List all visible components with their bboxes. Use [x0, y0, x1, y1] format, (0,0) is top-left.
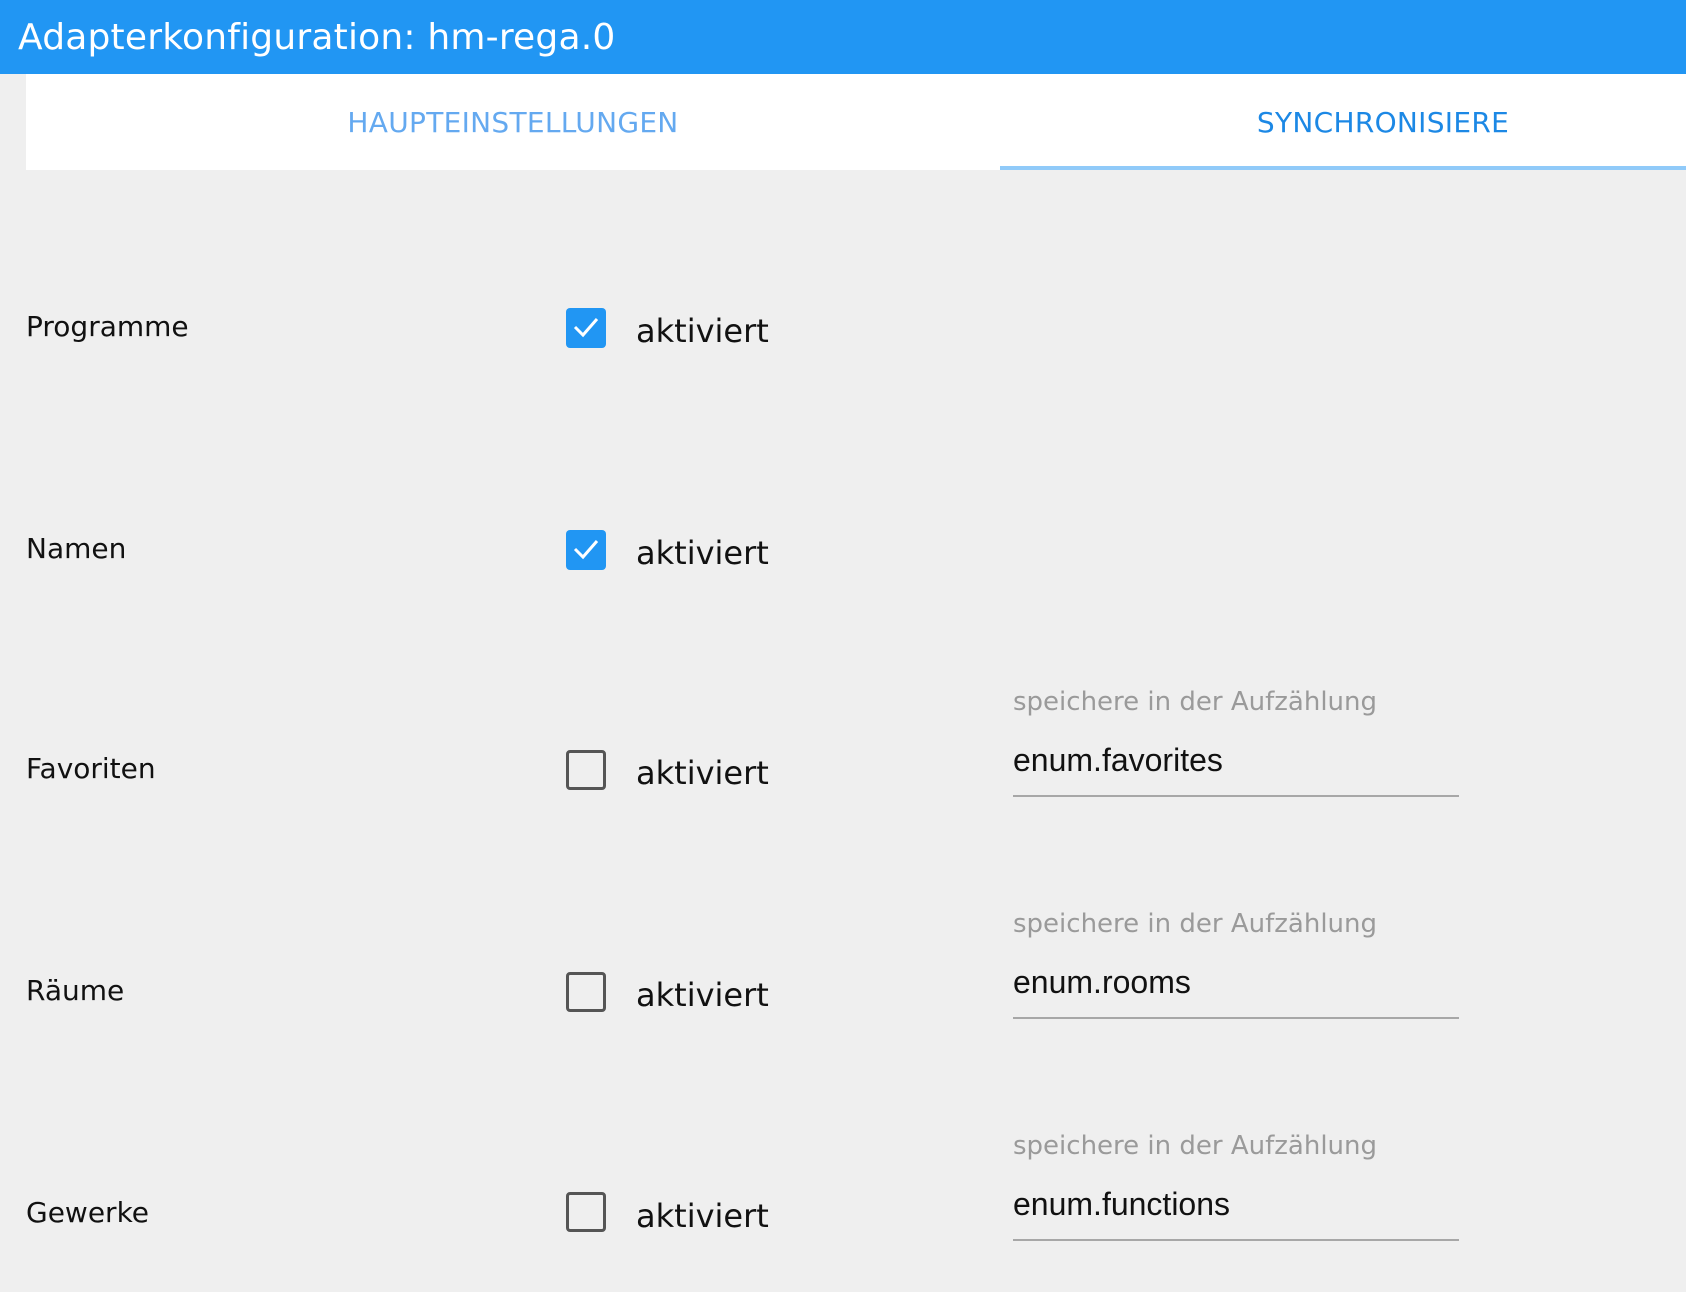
active-tab-indicator [1000, 166, 1686, 170]
checkbox-programme[interactable] [566, 308, 606, 348]
checkbox-gewerke[interactable] [566, 1192, 606, 1232]
window-title: Adapterkonfiguration: hm-rega.0 [18, 16, 616, 58]
row-label-favoriten: Favoriten [26, 752, 156, 785]
checkmark-icon [573, 540, 599, 560]
enum-input-gewerke[interactable] [1013, 1169, 1459, 1241]
row-label-programme: Programme [26, 310, 189, 343]
checkbox-raeume[interactable] [566, 972, 606, 1012]
enum-field-caption: speichere in der Aufzählung [1013, 687, 1377, 717]
checkbox-label-gewerke: aktiviert [636, 1197, 769, 1235]
row-label-namen: Namen [26, 532, 127, 565]
enum-input-raeume[interactable] [1013, 947, 1459, 1019]
tab-synchronisiere[interactable]: SYNCHRONISIERE [1000, 74, 1686, 170]
row-label-raeume: Räume [26, 974, 125, 1007]
enum-field-caption: speichere in der Aufzählung [1013, 909, 1377, 939]
checkbox-label-namen: aktiviert [636, 534, 769, 572]
enum-input-favoriten[interactable] [1013, 725, 1459, 797]
tab-haupteinstellungen[interactable]: HAUPTEINSTELLUNGEN [26, 74, 1000, 170]
tab-bar: HAUPTEINSTELLUNGEN SYNCHRONISIERE [26, 74, 1686, 170]
checkmark-icon [573, 318, 599, 338]
checkbox-namen[interactable] [566, 530, 606, 570]
checkbox-label-raeume: aktiviert [636, 976, 769, 1014]
window-title-bar: Adapterkonfiguration: hm-rega.0 [0, 0, 1686, 74]
checkbox-favoriten[interactable] [566, 750, 606, 790]
row-label-gewerke: Gewerke [26, 1196, 150, 1229]
checkbox-label-favoriten: aktiviert [636, 754, 769, 792]
checkbox-label-programme: aktiviert [636, 312, 769, 350]
enum-field-caption: speichere in der Aufzählung [1013, 1131, 1377, 1161]
